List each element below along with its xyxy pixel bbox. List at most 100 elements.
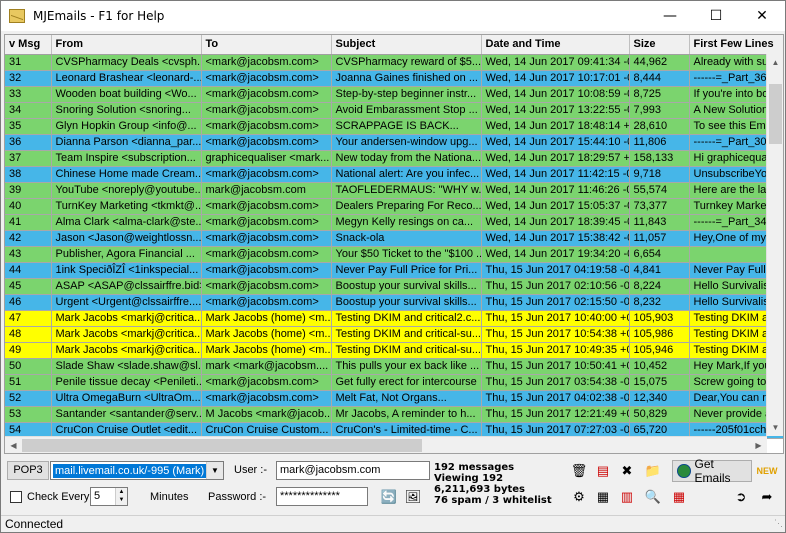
table-cell: Thu, 15 Jun 2017 12:21:49 +0...	[481, 406, 630, 423]
blacklist-icon[interactable]: ▥	[616, 486, 638, 508]
table-row[interactable]: 53 Santander <santander@serv... M Jacobs <…	[5, 406, 783, 423]
table-cell: Slade Shaw <slade.shaw@sl...	[51, 358, 202, 375]
status-bar: Connected ⋱	[1, 515, 785, 533]
table-cell: ASAP <ASAP@clssairffre.bid>	[51, 278, 202, 295]
table-cell: 46	[5, 294, 52, 311]
whitelist-icon[interactable]: ▦	[668, 486, 690, 508]
spam-icon[interactable]: ▤	[592, 460, 614, 482]
table-row[interactable]: 46 Urgent <Urgent@clssairffre.... <mark@ja…	[5, 294, 783, 311]
delete-x-icon[interactable]: ✖	[616, 460, 638, 482]
table-cell: 105,986	[629, 326, 690, 343]
column-header[interactable]: Size	[629, 35, 690, 55]
table-row[interactable]: 44 1ink SpeciðÎZÎ <1inkspecial... <mark@ja…	[5, 262, 783, 279]
table-cell: 10,452	[629, 358, 690, 375]
table-row[interactable]: 32 Leonard Brashear <leonard-... <mark@jac…	[5, 70, 783, 87]
scroll-right-arrow-icon[interactable]: ▶	[750, 437, 767, 453]
table-row[interactable]: 39 YouTube <noreply@youtube... mark@jacobs…	[5, 182, 783, 199]
folder-icon[interactable]: 📁	[642, 460, 664, 482]
table-row[interactable]: 49 Mark Jacobs <markj@critica... Mark Jaco…	[5, 342, 783, 359]
table-cell: 51	[5, 374, 52, 391]
table-row[interactable]: 52 Ultra OmegaBurn <UltraOm... <mark@jacob…	[5, 390, 783, 407]
check-every-checkbox[interactable]	[10, 491, 22, 503]
window-icon[interactable]: ▦	[592, 486, 614, 508]
get-emails-button[interactable]: Get Emails	[672, 457, 752, 485]
image-icon[interactable]: 🖼	[402, 486, 424, 508]
table-cell: Wooden boat building <Wo...	[51, 86, 202, 103]
table-row[interactable]: 48 Mark Jacobs <markj@critica... Mark Jaco…	[5, 326, 783, 343]
column-header[interactable]: Subject	[331, 35, 482, 55]
table-cell: <mark@jacobsm.com>	[201, 278, 332, 295]
table-row[interactable]: 37 Team Inspire <subscription... graphiceq…	[5, 150, 783, 167]
password-input[interactable]: **************	[276, 487, 368, 506]
table-cell: SCRAPPAGE IS BACK...	[331, 118, 482, 135]
table-cell: 44,962	[629, 54, 690, 71]
scroll-down-arrow-icon[interactable]: ▼	[767, 419, 783, 436]
horizontal-scrollbar[interactable]: ◀ ▶	[5, 436, 767, 453]
scroll-up-arrow-icon[interactable]: ▲	[767, 54, 783, 71]
new-icon[interactable]: NEW	[756, 460, 778, 482]
table-row[interactable]: 40 TurnKey Marketing <tkmkt@... <mark@jaco…	[5, 198, 783, 215]
table-row[interactable]: 47 Mark Jacobs <markj@critica... Mark Jaco…	[5, 310, 783, 327]
table-row[interactable]: 43 Publisher, Agora Financial ... <mark@ja…	[5, 246, 783, 263]
resize-grip-icon[interactable]: ⋱	[774, 515, 783, 532]
table-cell: <mark@jacobsm.com>	[201, 214, 332, 231]
viewing-count: Viewing 192	[434, 473, 504, 484]
table-cell: mark@jacobsm.com	[201, 182, 332, 199]
table-cell: Mark Jacobs (home) <m...	[201, 326, 332, 343]
forward-icon[interactable]: ➲	[730, 486, 752, 508]
user-input[interactable]: mark@jacobsm.com	[276, 461, 430, 480]
settings-icon[interactable]: ⚙	[568, 486, 590, 508]
minimize-button[interactable]: —	[647, 1, 693, 31]
table-cell: Wed, 14 Jun 2017 18:39:45 -0...	[481, 214, 630, 231]
table-cell: graphicequaliser <mark...	[201, 150, 332, 167]
table-row[interactable]: 33 Wooden boat building <Wo... <mark@jacob…	[5, 86, 783, 103]
table-cell: Thu, 15 Jun 2017 10:54:38 +0...	[481, 326, 630, 343]
refresh-icon[interactable]: 🔄	[378, 486, 400, 508]
table-row[interactable]: 34 Snoring Solution <snoring... <mark@jaco…	[5, 102, 783, 119]
server-select[interactable]: mail.livemail.co.uk/-995 (Mark) ▼	[50, 461, 224, 480]
table-row[interactable]: 38 Chinese Home made Cream... <mark@jacobs…	[5, 166, 783, 183]
table-cell: 44	[5, 262, 52, 279]
table-row[interactable]: 31 CVSPharmacy Deals <cvsph... <mark@jacob…	[5, 54, 783, 71]
column-header[interactable]: v Msg	[5, 35, 52, 55]
table-row[interactable]: 42 Jason <Jason@weightlossn... <mark@jacob…	[5, 230, 783, 247]
table-cell: 31	[5, 54, 52, 71]
stepper-arrows-icon[interactable]: ▲ ▼	[115, 488, 127, 505]
check-every-stepper[interactable]: 5 ▲ ▼	[90, 487, 128, 506]
column-header[interactable]: To	[201, 35, 332, 55]
table-row[interactable]: 41 Alma Clark <alma-clark@ste... <mark@jac…	[5, 214, 783, 231]
get-emails-label: Get Emails	[694, 457, 731, 485]
table-cell: 36	[5, 134, 52, 151]
table-cell: Megyn Kelly resings on ca...	[331, 214, 482, 231]
table-cell: 35	[5, 118, 52, 135]
scroll-left-arrow-icon[interactable]: ◀	[5, 437, 22, 453]
trash-icon[interactable]: 🗑	[568, 460, 590, 482]
column-header[interactable]: First Few Lines	[689, 35, 783, 55]
table-cell: 158,133	[629, 150, 690, 167]
chevron-down-icon[interactable]: ▼	[206, 462, 223, 479]
vertical-scroll-thumb[interactable]	[769, 84, 782, 144]
maximize-button[interactable]: ☐	[693, 1, 739, 31]
table-row[interactable]: 35 Glyn Hopkin Group <info@... <mark@jacob…	[5, 118, 783, 135]
vertical-scrollbar[interactable]: ▲ ▼	[766, 54, 783, 436]
close-button[interactable]: ✕	[739, 1, 785, 31]
export-icon[interactable]: ➦	[756, 486, 778, 508]
column-header[interactable]: From	[51, 35, 202, 55]
message-grid[interactable]: v Msg From To Subject Date and Time Size First…	[4, 34, 784, 454]
horizontal-scroll-thumb[interactable]	[22, 439, 422, 452]
table-row[interactable]: 45 ASAP <ASAP@clssairffre.bid> <mark@jacob…	[5, 278, 783, 295]
table-cell: Never Pay Full Price for Pri...	[331, 262, 482, 279]
table-cell: 11,057	[629, 230, 690, 247]
table-cell: <mark@jacobsm.com>	[201, 166, 332, 183]
table-cell: Wed, 14 Jun 2017 15:38:42 -0...	[481, 230, 630, 247]
column-header[interactable]: Date and Time	[481, 35, 630, 55]
table-cell: Thu, 15 Jun 2017 04:02:38 -0...	[481, 390, 630, 407]
status-text: Connected	[5, 517, 64, 531]
search-icon[interactable]: 🔍	[642, 486, 664, 508]
pop3-button[interactable]: POP3	[7, 461, 49, 480]
table-row[interactable]: 50 Slade Shaw <slade.shaw@sl... mark <mark…	[5, 358, 783, 375]
table-cell: 11,806	[629, 134, 690, 151]
table-row[interactable]: 51 Penile tissue decay <Penileti... <mark@…	[5, 374, 783, 391]
table-row[interactable]: 36 Dianna Parson <dianna_par... <mark@jaco…	[5, 134, 783, 151]
table-cell: Wed, 14 Jun 2017 11:42:15 -0...	[481, 166, 630, 183]
